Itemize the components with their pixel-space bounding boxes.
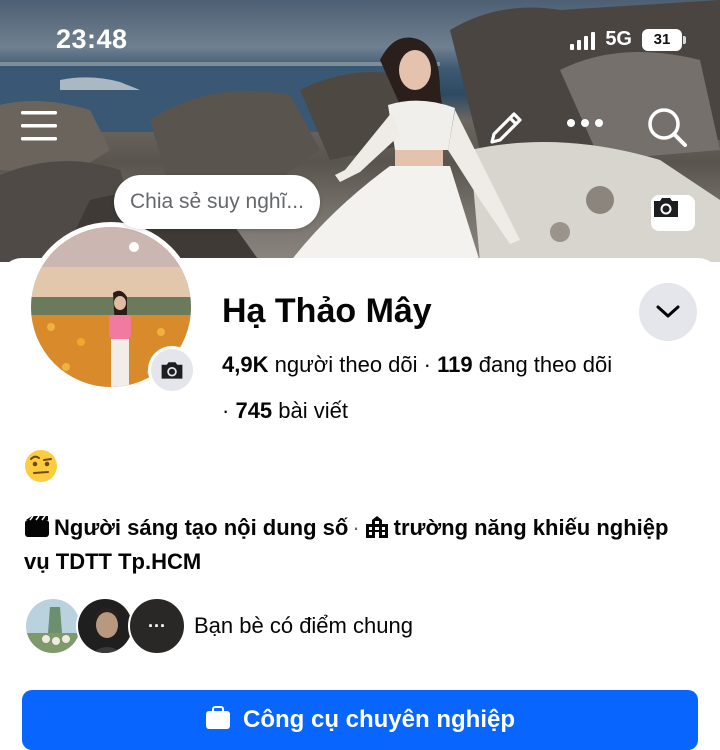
bio-role: Người sáng tạo nội dung số [54,515,349,540]
briefcase-icon [205,706,230,729]
camera-icon [161,362,183,379]
status-bar-right: 5G 31 [570,28,686,51]
posts-count: 745 [235,398,273,423]
search-icon[interactable] [646,106,690,150]
status-time: 23:48 [56,24,128,54]
stats-separator: · [222,398,230,423]
profile-dropdown-button[interactable] [639,283,697,341]
avatar-camera-button[interactable] [148,346,196,394]
stats-separator: · [423,352,431,377]
professional-tools-label: Công cụ chuyên nghiệp [242,706,515,733]
battery-level: 31 [653,31,671,48]
pencil-icon[interactable] [486,108,528,150]
cover-camera-button[interactable] [651,195,695,231]
profile-posts-stat: · 745 bài viết [222,398,348,424]
more-friends-avatar[interactable]: ··· [128,597,186,655]
professional-tools-button[interactable]: Công cụ chuyên nghiệp [22,690,698,750]
battery-indicator: 31 [642,28,686,51]
clapperboard-icon [24,515,50,546]
more-icon[interactable] [566,118,606,138]
profile-bio: Người sáng tạo nội dung số · trường năng … [24,512,684,577]
menu-icon[interactable] [20,110,62,148]
friend-avatar[interactable] [24,597,82,655]
signal-icon [570,30,596,50]
profile-name: Hạ Thảo Mây [222,292,432,330]
chevron-down-icon [656,305,680,318]
following-label[interactable]: đang theo dõi [479,352,612,377]
followers-count[interactable]: 4,9K [222,352,268,377]
followers-label[interactable]: người theo dõi [275,352,418,377]
bio-separator: · [352,515,360,540]
mutual-friends-label[interactable]: Bạn bè có điểm chung [194,613,413,639]
more-icon: ··· [148,615,166,636]
thought-bubble-tail [129,242,139,252]
camera-icon [654,198,678,217]
following-count[interactable]: 119 [437,352,473,377]
network-type: 5G [605,28,632,50]
friend-avatar[interactable] [76,597,134,655]
mutual-friends-row[interactable]: ··· Bạn bè có điểm chung [24,597,413,655]
posts-label: bài viết [278,398,349,423]
thought-bubble[interactable]: Chia sẻ suy nghĩ... [114,175,320,229]
bio-emoji [24,449,58,483]
profile-stats: 4,9K người theo dõi · 119 đang theo dõi [222,352,612,378]
thought-placeholder: Chia sẻ suy nghĩ... [130,190,304,213]
building-icon [364,514,390,546]
